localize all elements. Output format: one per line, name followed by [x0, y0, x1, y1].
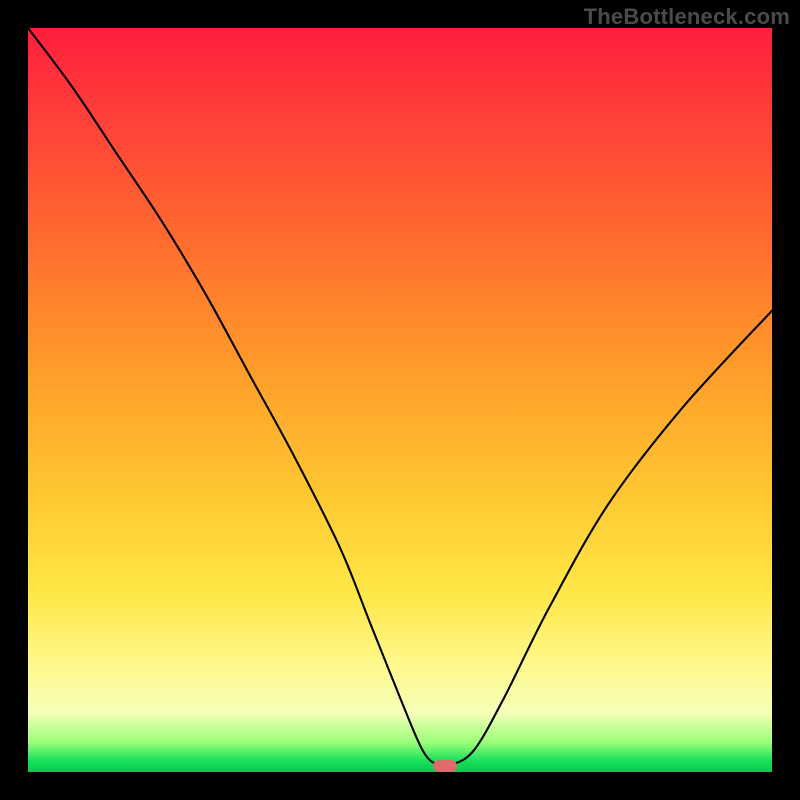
watermark-text: TheBottleneck.com — [584, 4, 790, 30]
chart-frame: TheBottleneck.com — [0, 0, 800, 800]
bottleneck-curve — [28, 28, 772, 766]
plot-area — [28, 28, 772, 772]
optimal-marker — [433, 760, 457, 772]
curve-layer — [28, 28, 772, 772]
